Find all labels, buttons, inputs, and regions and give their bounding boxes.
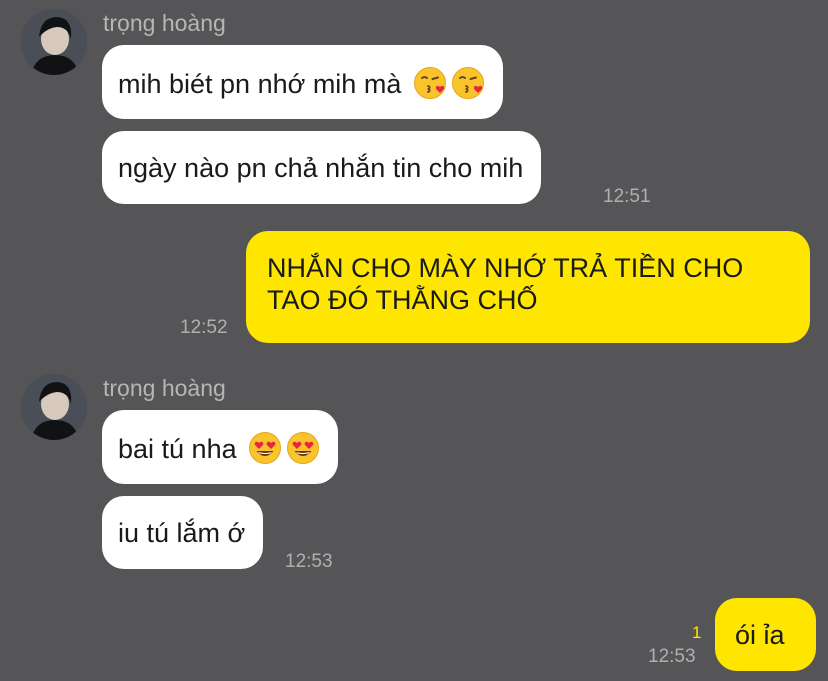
message-text: bai tú nha	[118, 434, 237, 464]
message-bubble[interactable]: ói ỉa	[715, 598, 816, 671]
sender-name: trọng hoàng	[103, 375, 226, 401]
avatar[interactable]	[21, 9, 87, 75]
kissing-heart-emoji-icon	[451, 66, 485, 100]
message-text: mih biét pn nhớ mih mà	[118, 69, 402, 99]
heart-eyes-emoji-icon	[286, 431, 320, 465]
message-timestamp: 12:51	[603, 186, 651, 207]
heart-eyes-emoji-icon	[248, 431, 282, 465]
message-timestamp: 12:52	[180, 317, 228, 338]
message-bubble[interactable]: iu tú lắm ớ	[102, 496, 264, 569]
message-text: NHẮN CHO MÀY NHỚ TRẢ TIỀN CHO TAO ĐÓ THẰ…	[267, 253, 744, 315]
sender-name: trọng hoàng	[103, 10, 226, 36]
unread-count: 1	[692, 623, 702, 642]
message-text: ói ỉa	[735, 620, 785, 650]
message-bubble[interactable]: bai tú nha	[102, 410, 339, 484]
message-bubble[interactable]: NHẮN CHO MÀY NHỚ TRẢ TIỀN CHO TAO ĐÓ THẰ…	[246, 231, 810, 343]
message-bubble[interactable]: ngày nào pn chả nhắn tin cho mih	[102, 131, 542, 204]
message-timestamp: 12:53	[285, 551, 333, 572]
message-bubble[interactable]: mih biét pn nhớ mih mà	[102, 45, 503, 119]
message-timestamp: 12:53	[648, 646, 696, 667]
message-text: ngày nào pn chả nhắn tin cho mih	[118, 153, 524, 183]
avatar[interactable]	[21, 374, 87, 440]
message-text: iu tú lắm ớ	[118, 518, 246, 548]
kissing-heart-emoji-icon	[413, 66, 447, 100]
